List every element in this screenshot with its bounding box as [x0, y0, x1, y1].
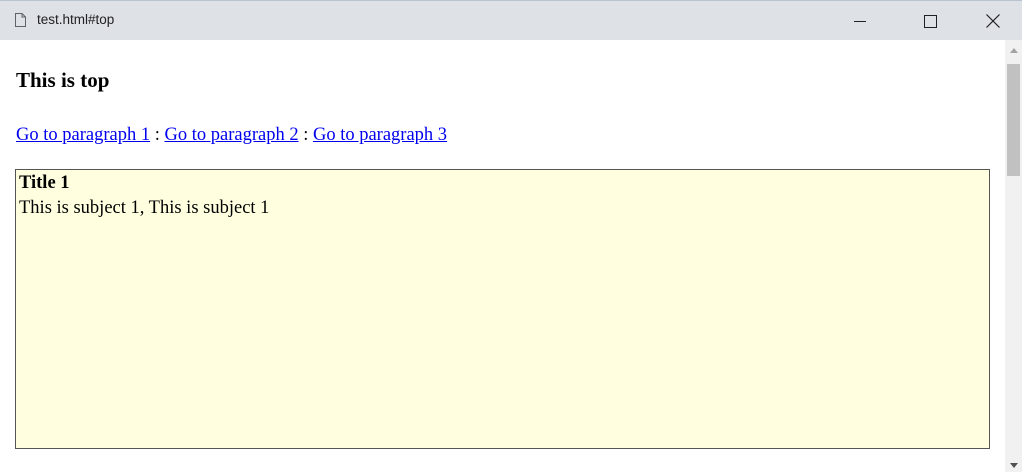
close-button[interactable]: [970, 1, 1016, 41]
close-icon: [986, 14, 1000, 28]
arrow-up-icon: [1009, 40, 1018, 58]
paragraph-box: Title 1 This is subject 1, This is subje…: [15, 169, 990, 449]
page-viewport: This is top Go to paragraph 1 : Go to pa…: [0, 40, 1005, 472]
paragraph-title: Title 1: [19, 173, 70, 193]
title-bar: test.html#top: [0, 0, 1022, 40]
page-heading: This is top: [16, 68, 110, 92]
scroll-up-button[interactable]: [1005, 40, 1022, 57]
minimize-icon: [854, 15, 866, 27]
scrollbar-thumb[interactable]: [1007, 64, 1020, 176]
nav-separator: :: [150, 125, 165, 145]
paragraph-nav: Go to paragraph 1 : Go to paragraph 2 : …: [16, 125, 447, 146]
link-paragraph-2[interactable]: Go to paragraph 2: [164, 125, 298, 145]
link-paragraph-1[interactable]: Go to paragraph 1: [16, 125, 150, 145]
maximize-icon: [923, 14, 937, 28]
nav-separator: :: [298, 125, 313, 145]
minimize-button[interactable]: [837, 1, 883, 41]
maximize-button[interactable]: [907, 1, 953, 41]
paragraph-body: This is subject 1, This is subject 1: [19, 198, 270, 218]
document-icon: [15, 13, 26, 27]
window-title: test.html#top: [37, 12, 115, 27]
scroll-down-button[interactable]: [1005, 455, 1022, 472]
link-paragraph-3[interactable]: Go to paragraph 3: [313, 125, 447, 145]
vertical-scrollbar[interactable]: [1005, 40, 1022, 472]
arrow-down-icon: [1009, 455, 1018, 473]
